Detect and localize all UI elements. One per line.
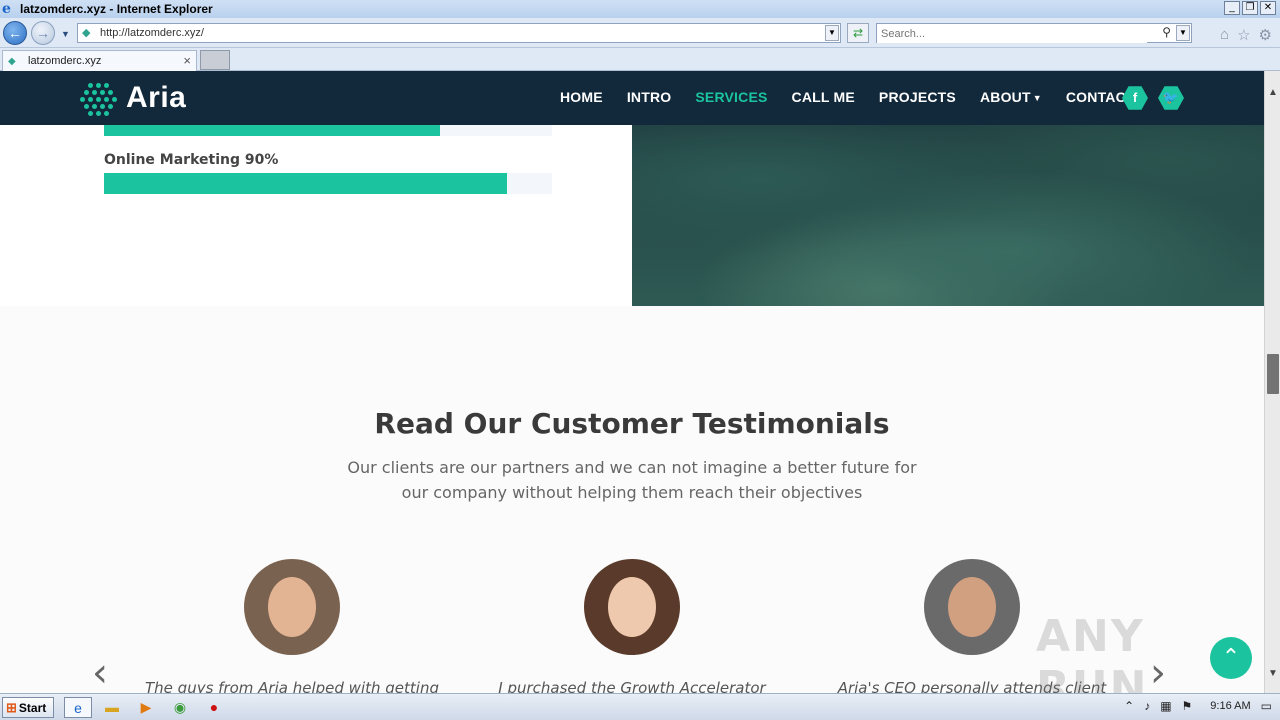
search-box[interactable]: ⚲ ▼: [876, 23, 1192, 43]
menu-intro[interactable]: INTRO: [627, 89, 672, 105]
avatar-face: [948, 577, 996, 637]
skill-bar-2: [104, 173, 552, 194]
skills-panel: Online Marketing 90%: [0, 115, 632, 306]
minimize-button[interactable]: _: [1224, 1, 1240, 15]
menu-call-me[interactable]: CALL ME: [792, 89, 855, 105]
tray-expand-icon[interactable]: ⌃: [1124, 699, 1134, 713]
tab-active[interactable]: ◆ latzomderc.xyz ×: [2, 50, 197, 71]
brand-dots-icon: [80, 81, 118, 116]
skill-label-online-marketing: Online Marketing 90%: [104, 152, 279, 168]
start-label: Start: [18, 700, 47, 715]
compat-refresh-button[interactable]: ⇄: [847, 23, 869, 43]
network-icon[interactable]: ▦: [1160, 699, 1171, 713]
back-button[interactable]: ←: [3, 21, 27, 45]
address-dropdown-button[interactable]: ▼: [825, 25, 839, 41]
taskbar-opera-icon[interactable]: ●: [200, 697, 228, 718]
tab-close-icon[interactable]: ×: [183, 53, 191, 68]
testimonials-subtitle: Our clients are our partners and we can …: [347, 458, 917, 502]
search-input[interactable]: [877, 25, 1147, 43]
favorites-star-icon[interactable]: ☆: [1237, 26, 1250, 44]
twitter-icon[interactable]: 🐦: [1158, 86, 1184, 110]
site-header: Aria HOME INTRO SERVICES CALL ME PROJECT…: [0, 71, 1264, 125]
testimonials-title: Read Our Customer Testimonials: [374, 407, 890, 440]
search-icon[interactable]: ⚲: [1162, 25, 1171, 39]
menu-projects[interactable]: PROJECTS: [879, 89, 956, 105]
action-center-flag-icon[interactable]: ⚑: [1182, 699, 1193, 713]
scroll-to-top-button[interactable]: ⌃: [1210, 637, 1252, 679]
scroll-up-icon[interactable]: ▲: [1267, 87, 1279, 98]
show-desktop-icon[interactable]: ▭: [1261, 699, 1272, 713]
page-viewport: Aria HOME INTRO SERVICES CALL ME PROJECT…: [0, 71, 1264, 693]
start-button[interactable]: ⊞ Start: [2, 697, 54, 718]
menu-services[interactable]: SERVICES: [695, 89, 767, 105]
tab-strip: ◆ latzomderc.xyz ×: [0, 48, 1280, 71]
avatar: [924, 559, 1020, 655]
clock[interactable]: 9:16 AM: [1210, 700, 1250, 712]
close-button[interactable]: ✕: [1260, 1, 1276, 15]
forest-image: [632, 125, 1264, 306]
testimonial-quote: I purchased the Growth Accelerator: [498, 679, 766, 693]
scrollbar-thumb[interactable]: [1267, 354, 1279, 394]
scroll-down-icon[interactable]: ▼: [1267, 668, 1279, 679]
caret-down-icon: ▼: [1032, 93, 1042, 104]
skill-bar-2-fill: [104, 173, 508, 194]
testimonial-quote: The guys from Aria helped with getting: [145, 679, 439, 693]
system-tray: ⌃ ♪ ▦ ⚑ 9:16 AM ▭: [1124, 699, 1272, 713]
taskbar: ⊞ Start e ▬ ▶ ◉ ● ⌃ ♪ ▦ ⚑ 9:16 AM ▭: [0, 693, 1280, 720]
windows-flag-icon: ⊞: [6, 699, 17, 715]
site-favicon-icon: ◆: [82, 27, 91, 39]
carousel-prev-icon[interactable]: ‹: [92, 653, 108, 693]
avatar: [584, 559, 680, 655]
browser-toolbar: ← → ▼ ◆ http://latzomderc.xyz/ ▼ ⇄ ⚲ ▼ ⌂…: [0, 18, 1280, 48]
page-scrollbar[interactable]: ▲ ▼: [1264, 71, 1280, 693]
window-controls: _ ❐ ✕: [1224, 1, 1276, 15]
avatar-face: [608, 577, 656, 637]
menu-about[interactable]: ABOUT ▼: [980, 89, 1042, 105]
facebook-icon[interactable]: f: [1122, 86, 1148, 110]
taskbar-ie-icon[interactable]: e: [64, 697, 92, 718]
taskbar-chrome-icon[interactable]: ◉: [166, 697, 194, 718]
volume-icon[interactable]: ♪: [1144, 699, 1150, 713]
window-titlebar: e latzomderc.xyz - Internet Explorer _ ❐…: [0, 0, 1280, 18]
ie-logo-icon: e: [2, 1, 11, 17]
forward-button[interactable]: →: [31, 21, 55, 45]
avatar-face: [268, 577, 316, 637]
menu-about-label: ABOUT: [979, 89, 1031, 105]
taskbar-media-player-icon[interactable]: ▶: [132, 697, 160, 718]
main-menu: HOME INTRO SERVICES CALL ME PROJECTS ABO…: [560, 89, 1135, 105]
history-dropdown-icon[interactable]: ▼: [61, 29, 70, 39]
address-bar[interactable]: ◆ http://latzomderc.xyz/ ▼: [77, 23, 841, 43]
tab-favicon-icon: ◆: [8, 55, 16, 67]
taskbar-folder-icon[interactable]: ▬: [98, 697, 126, 718]
brand-name: Aria: [126, 81, 187, 114]
gear-icon[interactable]: ⚙: [1259, 26, 1272, 44]
new-tab-button[interactable]: [200, 50, 230, 70]
toolbar-icons: ⌂ ☆ ⚙: [1220, 26, 1272, 44]
home-icon[interactable]: ⌂: [1220, 26, 1229, 44]
address-url[interactable]: http://latzomderc.xyz/: [100, 27, 204, 39]
brand-logo[interactable]: Aria: [80, 81, 187, 116]
restore-button[interactable]: ❐: [1242, 1, 1258, 15]
menu-home[interactable]: HOME: [560, 89, 603, 105]
social-links: f 🐦: [1122, 85, 1184, 111]
search-dropdown-button[interactable]: ▼: [1176, 25, 1190, 41]
avatar: [244, 559, 340, 655]
tab-label: latzomderc.xyz: [28, 55, 102, 67]
window-title: latzomderc.xyz - Internet Explorer: [20, 2, 213, 16]
